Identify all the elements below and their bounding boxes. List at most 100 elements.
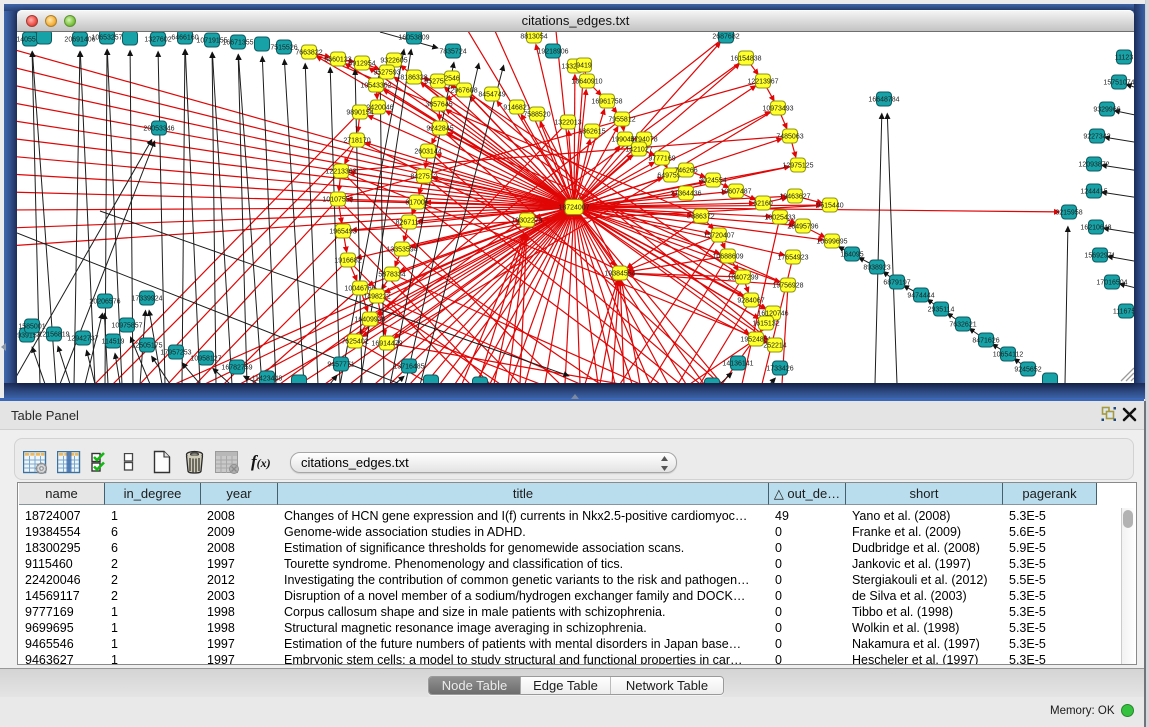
svg-text:9474444: 9474444 (907, 293, 934, 300)
svg-text:62160: 62160 (753, 201, 773, 208)
svg-text:16671355: 16671355 (222, 40, 253, 47)
svg-text:252214: 252214 (763, 343, 786, 350)
svg-text:10607487: 10607487 (720, 189, 751, 196)
svg-text:1327602: 1327602 (144, 37, 171, 44)
svg-text:1244415: 1244415 (1080, 189, 1107, 196)
svg-text:12213363: 12213363 (325, 169, 356, 176)
svg-text:817006: 817006 (405, 200, 428, 207)
svg-text:14136141: 14136141 (722, 361, 753, 368)
svg-text:9457771: 9457771 (327, 362, 354, 369)
svg-text:9419: 9419 (576, 63, 592, 70)
svg-text:3857645: 3857645 (425, 102, 452, 109)
svg-text:9322605: 9322605 (380, 58, 407, 65)
svg-text:8454749: 8454749 (478, 92, 505, 99)
svg-text:11123: 11123 (1115, 55, 1134, 62)
svg-text:17339924: 17339924 (131, 296, 162, 303)
svg-text:8267110: 8267110 (396, 220, 423, 227)
svg-text:17654923: 17654923 (777, 255, 808, 262)
svg-text:2935114: 2935114 (928, 307, 955, 314)
svg-text:9227342: 9227342 (1083, 134, 1110, 141)
svg-text:10654112: 10654112 (993, 352, 1024, 359)
svg-text:16210643: 16210643 (1080, 225, 1111, 232)
svg-text:19218906: 19218906 (537, 49, 568, 56)
svg-text:8427512: 8427512 (410, 174, 437, 181)
svg-text:11423448: 11423448 (252, 376, 283, 383)
svg-text:10107553: 10107553 (322, 197, 353, 204)
svg-text:1362615: 1362615 (578, 129, 605, 136)
svg-text:16154838: 16154838 (730, 56, 761, 63)
svg-text:9245652: 9245652 (1014, 367, 1041, 374)
svg-text:2687682: 2687682 (712, 34, 739, 41)
svg-text:7663822: 7663822 (295, 50, 322, 57)
svg-text:10975857: 10975857 (111, 323, 142, 330)
svg-text:18724007: 18724007 (558, 205, 589, 212)
svg-text:2967608: 2967608 (450, 88, 477, 95)
svg-text:9777169: 9777169 (648, 156, 675, 163)
svg-text:13353594: 13353594 (386, 247, 417, 254)
svg-text:12505175: 12505175 (131, 343, 162, 350)
svg-text:7485063: 7485063 (776, 134, 803, 141)
svg-text:1965493: 1965493 (329, 229, 356, 236)
svg-text:12213967: 12213967 (747, 79, 778, 86)
svg-text:19384554: 19384554 (604, 271, 635, 278)
svg-text:2718170: 2718170 (343, 138, 370, 145)
svg-text:9515440: 9515440 (816, 203, 843, 210)
svg-text:9242845: 9242845 (426, 126, 453, 133)
svg-text:1498222: 1498222 (363, 294, 390, 301)
svg-text:9329966: 9329966 (1093, 107, 1120, 114)
svg-text:9527593: 9527593 (373, 70, 400, 77)
svg-text:1421027: 1421027 (625, 147, 652, 154)
svg-text:19463627: 19463627 (779, 194, 810, 201)
svg-text:12942737: 12942737 (67, 336, 98, 343)
svg-text:16782759: 16782759 (221, 365, 252, 372)
svg-text:8912954: 8912954 (348, 61, 375, 68)
svg-text:10973493: 10973493 (762, 106, 793, 113)
svg-text:8471626: 8471626 (972, 338, 999, 345)
svg-text:15720407: 15720407 (703, 233, 734, 240)
svg-text:7386372: 7386372 (687, 214, 714, 221)
svg-text:1615132: 1615132 (752, 321, 779, 328)
svg-text:12093872: 12093872 (1078, 162, 1109, 169)
svg-text:10958127: 10958127 (190, 356, 221, 363)
svg-text:164095: 164095 (840, 252, 863, 259)
svg-text:8938923: 8938923 (863, 265, 890, 272)
svg-text:3024554: 3024554 (699, 178, 726, 185)
svg-text:10653257: 10653257 (91, 35, 122, 42)
svg-text:8939154: 8939154 (17, 333, 41, 340)
svg-text:7955812: 7955812 (608, 117, 635, 124)
svg-text:10688609: 10688609 (712, 254, 743, 261)
svg-text:9146821: 9146821 (503, 105, 530, 112)
svg-text:20053346: 20053346 (143, 126, 174, 133)
svg-text:9284067: 9284067 (737, 298, 764, 305)
svg-text:7515526: 7515526 (270, 45, 297, 52)
svg-text:28495796: 28495796 (787, 224, 818, 231)
svg-text:16648784: 16648784 (868, 97, 899, 104)
svg-text:16053809: 16053809 (398, 35, 429, 42)
svg-text:1585001: 1585001 (18, 324, 45, 331)
svg-text:3215958: 3215958 (1055, 210, 1082, 217)
svg-text:9890154: 9890154 (346, 110, 373, 117)
svg-text:5878334: 5878334 (378, 272, 405, 279)
svg-text:21364436: 21364436 (670, 191, 701, 198)
svg-text:12156819: 12156819 (38, 332, 69, 339)
svg-text:7835724: 7835724 (439, 49, 466, 56)
svg-text:7632621: 7632621 (949, 322, 976, 329)
svg-text:2603144: 2603144 (414, 149, 441, 156)
svg-text:7588520: 7588520 (523, 112, 550, 119)
svg-text:17016504: 17016504 (1096, 280, 1127, 287)
svg-text:16409948: 16409948 (354, 317, 385, 324)
svg-text:18407299: 18407299 (727, 275, 758, 282)
svg-text:2546: 2546 (444, 76, 460, 83)
svg-text:6466160: 6466160 (171, 35, 198, 42)
svg-text:7625402: 7625402 (341, 339, 368, 346)
svg-text:1916682: 1916682 (334, 258, 361, 265)
svg-text:19302273: 19302273 (511, 218, 542, 225)
svg-text:10699695: 10699695 (816, 239, 847, 246)
svg-text:1733426: 1733426 (766, 366, 793, 373)
svg-text:15692971: 15692971 (1084, 253, 1115, 260)
svg-text:1116753: 1116753 (1113, 309, 1134, 316)
svg-text:10543362: 10543362 (360, 83, 391, 90)
svg-text:16961758: 16961758 (591, 99, 622, 106)
svg-text:18640910: 18640910 (571, 79, 602, 86)
svg-text:17957253: 17957253 (160, 350, 191, 357)
